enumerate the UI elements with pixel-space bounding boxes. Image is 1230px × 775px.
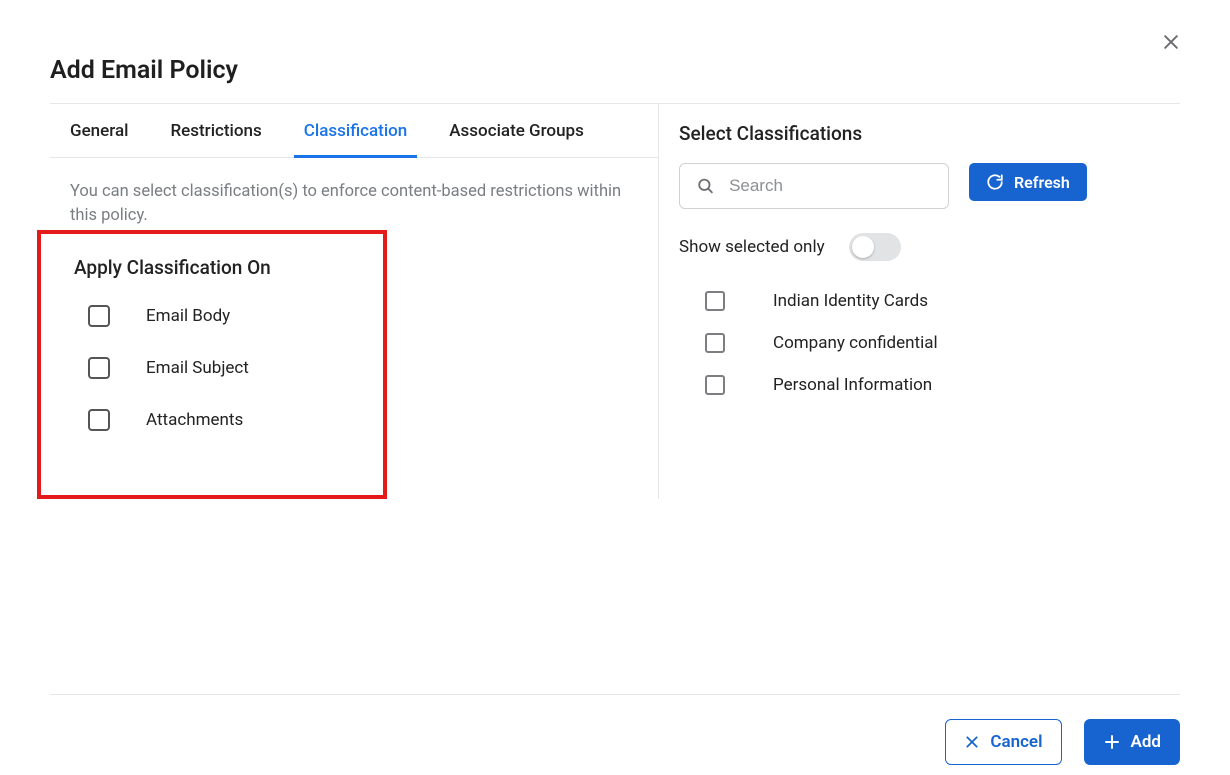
search-row: Refresh (679, 163, 1180, 209)
tab-classification[interactable]: Classification (304, 104, 408, 157)
option-label: Email Body (146, 306, 230, 326)
dialog-add-email-policy: Add Email Policy General Restrictions Cl… (0, 0, 1230, 775)
show-selected-only-toggle[interactable] (849, 233, 901, 261)
classification-label: Personal Information (773, 375, 932, 395)
checkbox[interactable] (705, 291, 725, 311)
checkbox[interactable] (705, 333, 725, 353)
dialog-title: Add Email Policy (50, 56, 1180, 85)
refresh-icon (986, 173, 1004, 191)
show-selected-only-label: Show selected only (679, 237, 825, 257)
dialog-footer: Cancel Add (50, 694, 1180, 775)
refresh-label: Refresh (1014, 173, 1070, 192)
checkbox[interactable] (88, 305, 110, 327)
checkbox[interactable] (705, 375, 725, 395)
tab-description: You can select classification(s) to enfo… (50, 158, 658, 228)
left-panel: General Restrictions Classification Asso… (50, 104, 658, 499)
option-attachments[interactable]: Attachments (88, 409, 363, 431)
close-icon (1161, 32, 1181, 52)
option-label: Attachments (146, 410, 243, 430)
close-icon (964, 734, 980, 750)
add-button[interactable]: Add (1084, 719, 1181, 765)
search-input[interactable] (727, 175, 932, 197)
cancel-button[interactable]: Cancel (945, 719, 1061, 765)
show-selected-only-row: Show selected only (679, 233, 1180, 261)
apply-classification-highlight: Apply Classification On Email Body Email… (37, 230, 387, 499)
option-label: Email Subject (146, 358, 249, 378)
classification-label: Indian Identity Cards (773, 291, 928, 311)
tabs: General Restrictions Classification Asso… (50, 104, 658, 158)
classification-list: Indian Identity Cards Company confidenti… (679, 291, 1180, 395)
classification-item[interactable]: Indian Identity Cards (705, 291, 1180, 311)
add-label: Add (1131, 732, 1162, 752)
close-button[interactable] (1157, 28, 1185, 56)
search-icon (696, 175, 715, 197)
plus-icon (1103, 733, 1121, 751)
tab-associate-groups[interactable]: Associate Groups (449, 104, 584, 157)
select-classifications-title: Select Classifications (679, 122, 1180, 145)
dialog-header: Add Email Policy (0, 0, 1230, 104)
right-panel: Select Classifications Refresh Show sele… (658, 104, 1180, 499)
search-box[interactable] (679, 163, 949, 209)
refresh-button[interactable]: Refresh (969, 163, 1087, 201)
toggle-knob (852, 236, 874, 258)
option-email-subject[interactable]: Email Subject (88, 357, 363, 379)
cancel-label: Cancel (990, 732, 1042, 752)
tab-general[interactable]: General (70, 104, 128, 157)
classification-item[interactable]: Company confidential (705, 333, 1180, 353)
classification-label: Company confidential (773, 333, 938, 353)
checkbox[interactable] (88, 357, 110, 379)
classification-item[interactable]: Personal Information (705, 375, 1180, 395)
tab-restrictions[interactable]: Restrictions (170, 104, 261, 157)
option-email-body[interactable]: Email Body (88, 305, 363, 327)
dialog-body: General Restrictions Classification Asso… (0, 104, 1230, 499)
apply-classification-title: Apply Classification On (74, 256, 363, 279)
checkbox[interactable] (88, 409, 110, 431)
